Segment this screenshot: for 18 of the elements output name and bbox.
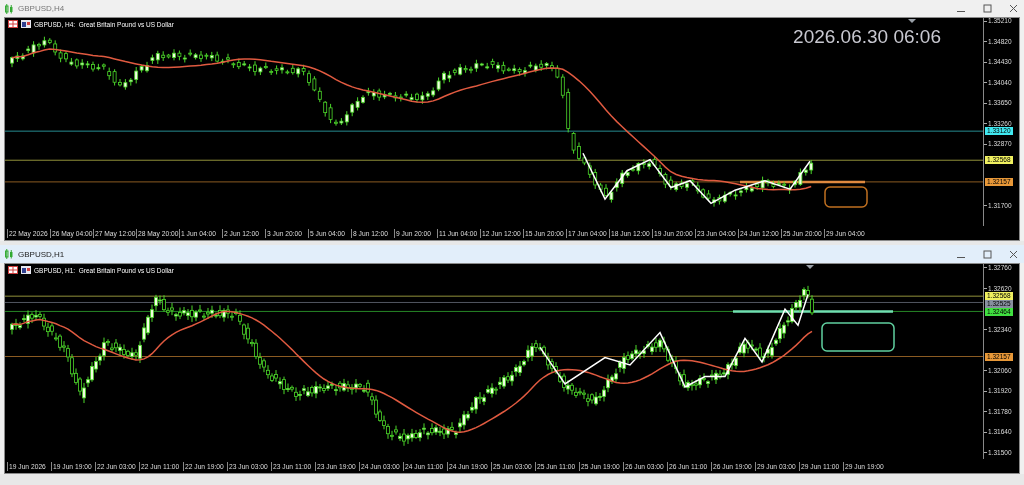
marker-icon	[908, 19, 916, 23]
window-icon	[21, 266, 31, 274]
candlestick-icon	[4, 249, 14, 259]
maximize-icon	[982, 4, 992, 13]
window-title: GBPUSD,H1	[18, 249, 65, 259]
minimize-icon	[957, 11, 965, 12]
marker-icon	[806, 265, 814, 269]
rectangle-object	[824, 186, 868, 208]
chart-clock: 2026.06.30 06:06	[793, 26, 941, 48]
candlestick-icon	[4, 3, 14, 14]
window-icon	[21, 20, 31, 28]
maximize-icon	[982, 249, 992, 259]
close-icon	[1008, 4, 1018, 13]
close-icon	[1008, 249, 1018, 259]
window-title: GBPUSD,H4	[18, 4, 65, 13]
grid-icon	[8, 266, 18, 274]
grid-icon	[8, 20, 18, 28]
minimize-icon	[957, 256, 965, 258]
